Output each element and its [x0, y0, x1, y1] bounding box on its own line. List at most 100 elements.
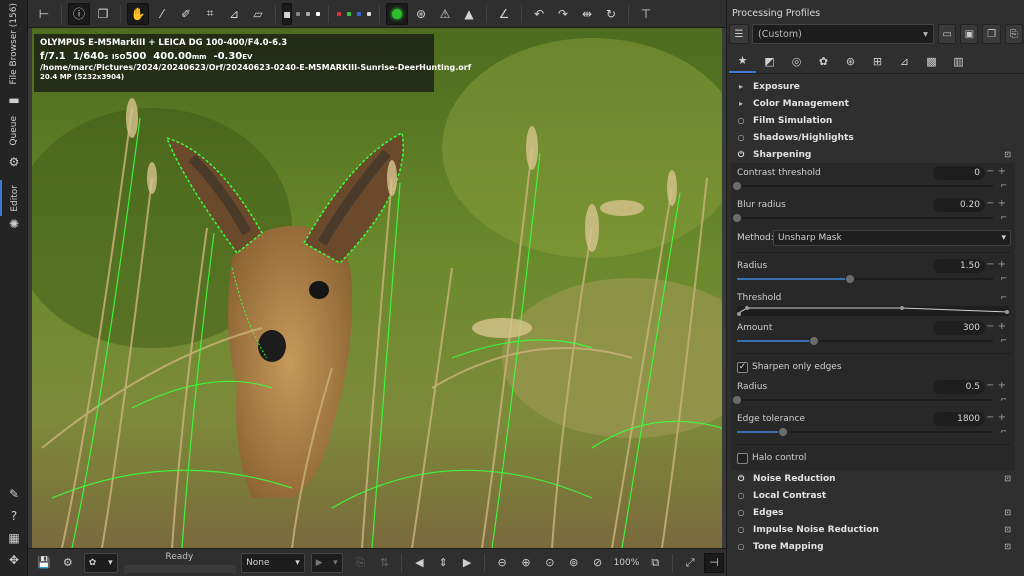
power-icon[interactable]: ○	[735, 133, 747, 142]
slider-handle[interactable]	[732, 395, 742, 405]
channel-g[interactable]	[347, 11, 351, 16]
open-profile-icon[interactable]: ▭	[937, 24, 957, 44]
zoom-in-icon[interactable]: ⊕	[516, 553, 536, 573]
channel-luminance[interactable]	[306, 11, 310, 16]
stepper-icon[interactable]: −+	[986, 198, 1009, 209]
tab-metadata-icon[interactable]: ▥	[945, 51, 972, 73]
info-icon[interactable]: ⓘ	[68, 2, 90, 25]
gamut-check-icon[interactable]: ⇅	[375, 553, 395, 573]
section-local-contrast[interactable]: ○ Local Contrast	[729, 487, 1017, 504]
move-icon[interactable]: ✥	[6, 552, 22, 568]
save-icon[interactable]: 💾	[34, 553, 54, 573]
color-picker-icon[interactable]: ⁄	[151, 3, 173, 25]
checkbox-unchecked[interactable]	[737, 452, 748, 464]
slider-value[interactable]: 1800	[933, 412, 985, 426]
channel-b[interactable]	[357, 11, 361, 16]
queue-add-icon[interactable]: ⚙	[58, 553, 78, 573]
slider-handle[interactable]	[844, 274, 855, 284]
reset-icon[interactable]: ⌐	[1000, 395, 1007, 404]
straighten-icon[interactable]: ⊿	[223, 3, 245, 25]
reset-icon[interactable]: ⌐	[1000, 293, 1007, 302]
slider-handle[interactable]	[732, 181, 742, 191]
toggle-right-panel-icon[interactable]: ⊣	[704, 552, 724, 573]
reset-icon[interactable]: ⌐	[1000, 213, 1007, 222]
tab-file-browser[interactable]: File Browser (156)	[0, 3, 28, 84]
image-viewer[interactable]: OLYMPUS E-M5MarkIII + LEICA DG 100-400/F…	[28, 28, 726, 548]
pin-icon[interactable]: ⊤	[635, 3, 657, 25]
slider-handle[interactable]	[808, 336, 819, 346]
tab-editor[interactable]: Editor	[0, 180, 28, 216]
slider-value[interactable]: 300	[933, 321, 985, 335]
tab-exposure-icon[interactable]: ◩	[756, 51, 783, 73]
stepper-icon[interactable]: −+	[986, 259, 1009, 270]
power-icon[interactable]: ○	[735, 116, 747, 125]
stepper-icon[interactable]: −+	[986, 380, 1009, 391]
copy-profile-icon[interactable]: ❐	[982, 24, 1001, 44]
next-image-icon[interactable]: ▶	[457, 553, 477, 573]
zoom-fit-icon[interactable]: ⊙	[540, 553, 560, 573]
rotate-right-icon[interactable]: ↷	[552, 3, 574, 25]
aperture-icon[interactable]: ✺	[6, 216, 22, 232]
paste-profile-icon[interactable]: ⎘	[1004, 24, 1023, 44]
reset-icon[interactable]: ⌐	[1000, 336, 1007, 345]
white-balance-picker-icon[interactable]: ✐	[175, 3, 197, 25]
qr-icon[interactable]: ▦	[6, 530, 22, 546]
tab-queue[interactable]: Queue	[0, 112, 28, 150]
edit-icon[interactable]: ✎	[6, 486, 22, 502]
channel-gray[interactable]	[296, 11, 300, 16]
section-tone-mapping[interactable]: ○ Tone Mapping ⊡	[729, 538, 1017, 555]
power-icon[interactable]: ○	[735, 491, 747, 500]
stepper-icon[interactable]: −+	[986, 166, 1009, 177]
power-on-icon[interactable]: ⏻	[735, 150, 747, 160]
profile-select[interactable]: (Custom) ▾	[752, 24, 934, 44]
power-icon[interactable]: ○	[735, 542, 747, 551]
soft-proof-icon[interactable]: ⎘	[351, 553, 371, 573]
threshold-curve[interactable]: Threshold ⌐	[731, 288, 1015, 318]
tab-favorites-icon[interactable]: ★	[729, 51, 756, 73]
shadow-clip-icon[interactable]: ⊛	[410, 3, 432, 25]
tab-details-icon[interactable]: ◎	[783, 51, 810, 73]
flip-v-icon[interactable]: ↻	[600, 3, 622, 25]
slider-value[interactable]: 0.5	[933, 380, 985, 394]
slider-handle[interactable]	[732, 213, 742, 223]
highlight-clip-icon[interactable]: ⚠	[434, 3, 456, 25]
section-exposure[interactable]: ▸ Exposure	[729, 78, 1017, 95]
reset-icon[interactable]: ⊡	[1004, 542, 1011, 551]
tab-raw-icon[interactable]: ⊿	[891, 51, 918, 73]
intent-select[interactable]: ▶ ▾	[310, 552, 343, 573]
send-to-editor-combo[interactable]: ✿ ▾	[83, 552, 118, 573]
flip-h-icon[interactable]: ⇹	[576, 3, 598, 25]
checkbox-checked[interactable]: ✓	[737, 361, 748, 373]
section-noise-reduction[interactable]: ⏻ Noise Reduction ⊡	[729, 470, 1017, 487]
reset-icon[interactable]: ⌐	[1000, 274, 1007, 283]
graph-icon[interactable]: ∠	[493, 3, 515, 25]
slider-handle[interactable]	[778, 427, 789, 437]
fullscreen-icon[interactable]: ⤢	[680, 553, 700, 573]
tab-color-icon[interactable]: ✿	[810, 51, 837, 73]
halo-control-checkbox[interactable]: Halo control	[731, 448, 1015, 468]
tab-advanced-icon[interactable]: ⊛	[837, 51, 864, 73]
tab-transform-icon[interactable]: ⊞	[864, 51, 891, 73]
zoom-100-icon[interactable]: ⊘	[588, 553, 608, 573]
edge-tolerance-slider[interactable]: Edge tolerance 1800 −+ ⌐	[731, 409, 1015, 441]
slider-value[interactable]: 1.50	[933, 259, 985, 273]
history-toggle-icon[interactable]: ⊢	[33, 3, 55, 25]
radius-slider[interactable]: Radius 1.50 −+ ⌐	[731, 256, 1015, 288]
save-profile-icon[interactable]: ▣	[960, 24, 979, 44]
section-color-management[interactable]: ▸ Color Management	[729, 95, 1017, 112]
section-impulse-nr[interactable]: ○ Impulse Noise Reduction ⊡	[729, 521, 1017, 538]
method-select[interactable]: Unsharp Mask ▾	[773, 230, 1011, 246]
slider-value[interactable]: 0	[933, 166, 985, 180]
previous-image-icon[interactable]: ◀	[409, 553, 429, 573]
channel-r[interactable]	[337, 11, 341, 16]
reset-icon[interactable]: ⊡	[1004, 525, 1011, 534]
help-icon[interactable]: ?	[6, 508, 22, 524]
profile-list-icon[interactable]: ☰	[729, 24, 749, 44]
new-detail-window-icon[interactable]: ⧉	[645, 553, 665, 573]
reset-icon[interactable]: ⌐	[1000, 427, 1007, 436]
blur-radius-slider[interactable]: Blur radius 0.20 −+ ⌐	[731, 195, 1015, 227]
zoom-fill-icon[interactable]: ⊚	[564, 553, 584, 573]
reset-icon[interactable]: ⌐	[1000, 181, 1007, 190]
rotate-left-icon[interactable]: ↶	[528, 3, 550, 25]
amount-slider[interactable]: Amount 300 −+ ⌐	[731, 318, 1015, 350]
